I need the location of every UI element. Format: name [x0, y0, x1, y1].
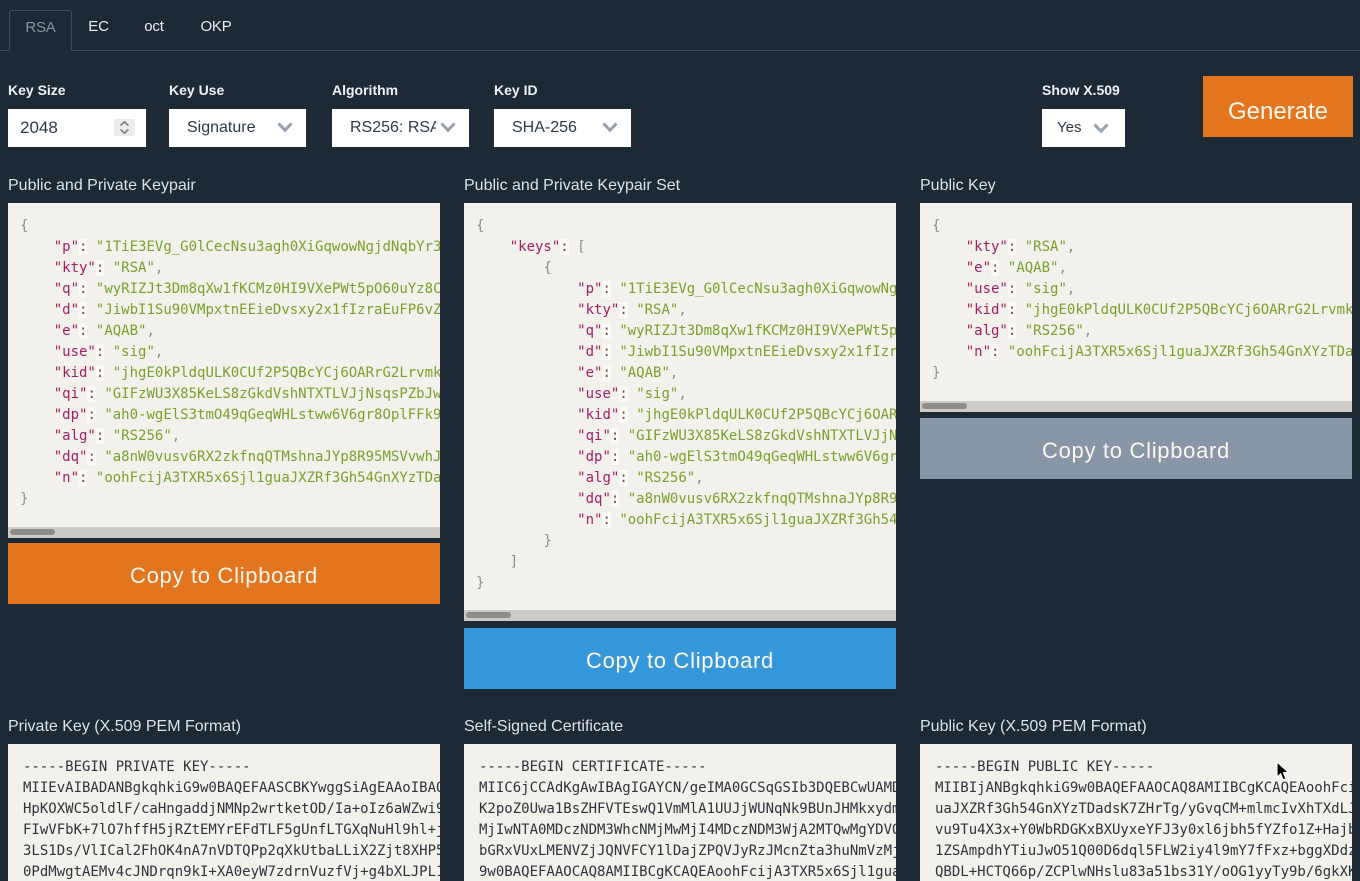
- chevron-down-icon: [1093, 123, 1109, 134]
- key-size-input[interactable]: 2048: [8, 109, 146, 147]
- private-pem-section-title: Private Key (X.509 PEM Format): [8, 718, 241, 736]
- scrollbar-thumb[interactable]: [10, 529, 55, 535]
- private-pem-panel: -----BEGIN PRIVATE KEY----- MIIEvAIBADAN…: [8, 744, 440, 881]
- certificate-section-title: Self-Signed Certificate: [464, 718, 623, 736]
- copy-keypair-button[interactable]: Copy to Clipboard: [8, 543, 440, 604]
- horizontal-scrollbar[interactable]: [920, 401, 1352, 412]
- certificate-panel: -----BEGIN CERTIFICATE----- MIIC6jCCAdKg…: [464, 744, 896, 881]
- certificate-code: -----BEGIN CERTIFICATE----- MIIC6jCCAdKg…: [464, 744, 896, 881]
- horizontal-scrollbar[interactable]: [8, 527, 440, 538]
- public-key-section-title: Public Key: [920, 177, 996, 195]
- copy-keypair-set-button[interactable]: Copy to Clipboard: [464, 628, 896, 689]
- private-pem-code: -----BEGIN PRIVATE KEY----- MIIEvAIBADAN…: [8, 744, 440, 881]
- key-id-select[interactable]: SHA-256: [494, 109, 631, 147]
- public-pem-section-title: Public Key (X.509 PEM Format): [920, 718, 1147, 736]
- tab-okp[interactable]: OKP: [185, 10, 247, 51]
- scrollbar-thumb[interactable]: [466, 612, 511, 618]
- scrollbar-thumb[interactable]: [922, 403, 967, 409]
- key-id-label: Key ID: [494, 82, 538, 98]
- key-use-label: Key Use: [169, 82, 224, 98]
- horizontal-scrollbar[interactable]: [464, 610, 896, 621]
- tab-bar: RSA EC oct OKP: [0, 0, 1360, 51]
- keypair-json-code: { "p": "1TiE3EVg_G0lCecNsu3agh0XiGqwowNg…: [8, 203, 440, 525]
- algorithm-value: RS256: RSASSA-PKCS1-v1_5 using SHA-256: [332, 109, 436, 147]
- show-x509-select[interactable]: Yes: [1042, 109, 1125, 147]
- keypair-json-panel: { "p": "1TiE3EVg_G0lCecNsu3agh0XiGqwowNg…: [8, 203, 440, 538]
- public-key-json-code: { "kty": "RSA", "e": "AQAB", "use": "sig…: [920, 203, 1352, 399]
- show-x509-value: Yes: [1042, 109, 1125, 147]
- key-use-select[interactable]: Signature: [169, 109, 306, 147]
- mouse-cursor: [1276, 761, 1290, 782]
- copy-public-key-button[interactable]: Copy to Clipboard: [920, 418, 1352, 479]
- public-key-json-panel: { "kty": "RSA", "e": "AQAB", "use": "sig…: [920, 203, 1352, 412]
- number-spinner[interactable]: [114, 119, 135, 136]
- tab-oct[interactable]: oct: [128, 10, 180, 51]
- chevron-down-icon: [440, 122, 456, 133]
- keypair-set-section-title: Public and Private Keypair Set: [464, 177, 680, 195]
- chevron-down-icon: [277, 122, 293, 133]
- keypair-set-json-panel: { "keys": [ { "p": "1TiE3EVg_G0lCecNsu3a…: [464, 203, 896, 621]
- algorithm-select[interactable]: RS256: RSASSA-PKCS1-v1_5 using SHA-256: [332, 109, 469, 147]
- tab-ec[interactable]: EC: [73, 10, 124, 51]
- keypair-set-json-code: { "keys": [ { "p": "1TiE3EVg_G0lCecNsu3a…: [464, 203, 896, 609]
- keypair-section-title: Public and Private Keypair: [8, 177, 196, 195]
- tab-rsa[interactable]: RSA: [9, 10, 72, 51]
- key-size-label: Key Size: [8, 82, 66, 98]
- generate-button[interactable]: Generate: [1203, 76, 1353, 137]
- show-x509-label: Show X.509: [1042, 82, 1120, 98]
- algorithm-label: Algorithm: [332, 82, 398, 98]
- chevron-down-icon: [602, 122, 618, 133]
